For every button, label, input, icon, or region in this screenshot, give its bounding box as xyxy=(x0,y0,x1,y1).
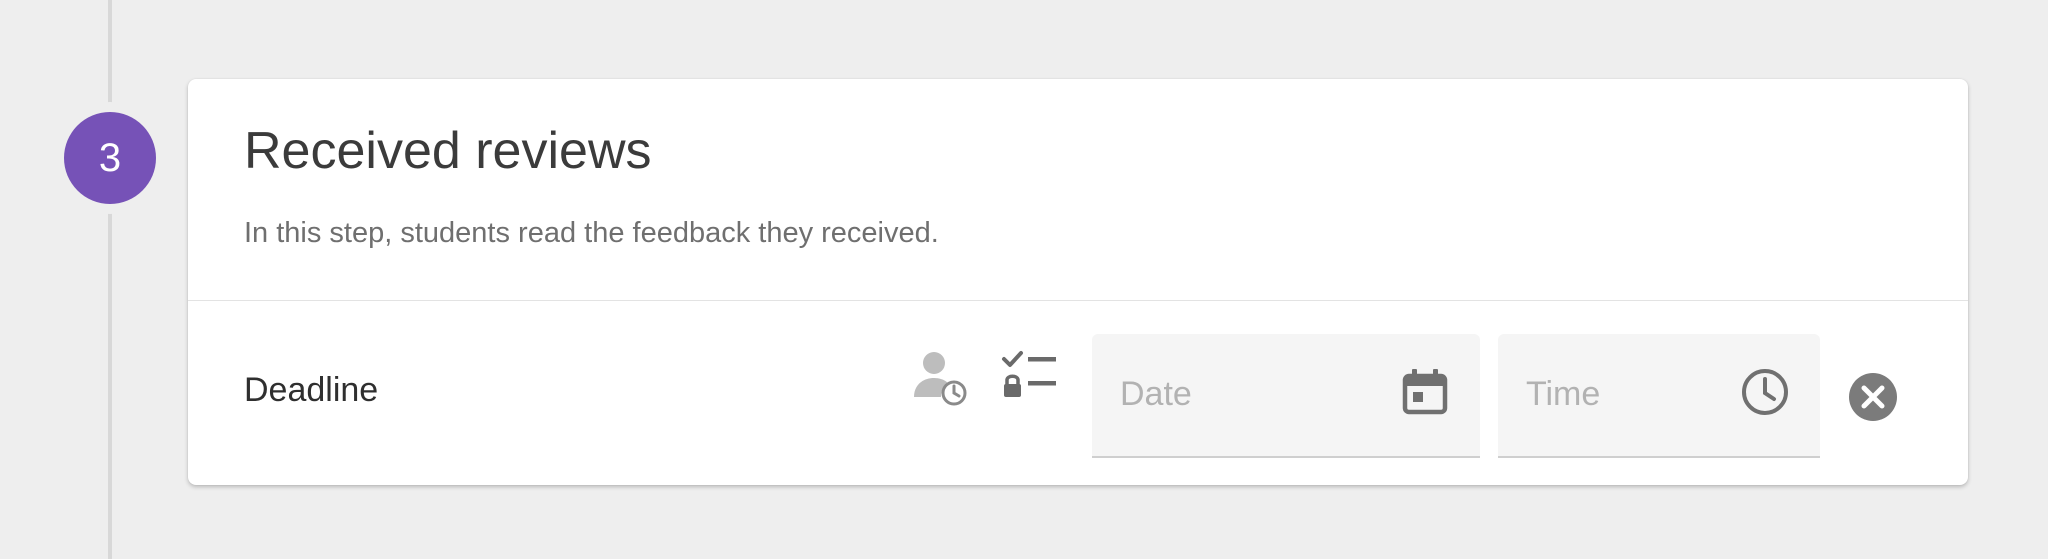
time-input[interactable] xyxy=(1526,334,1766,454)
card-title: Received reviews xyxy=(244,122,652,180)
date-field[interactable] xyxy=(1092,334,1480,458)
page: 3 Received reviews In this step, student… xyxy=(0,0,2048,559)
person-clock-icon[interactable] xyxy=(910,347,970,407)
time-field[interactable] xyxy=(1498,334,1820,458)
clock-icon[interactable] xyxy=(1740,367,1790,417)
timeline-line xyxy=(108,0,112,559)
calendar-icon[interactable] xyxy=(1400,367,1450,417)
step-card: Received reviews In this step, students … xyxy=(188,79,1968,485)
close-circle-icon[interactable] xyxy=(1849,373,1897,421)
date-input[interactable] xyxy=(1120,334,1360,454)
deadline-row: Deadline xyxy=(188,301,1968,485)
step-number-badge: 3 xyxy=(64,112,156,204)
deadline-label: Deadline xyxy=(244,371,379,409)
card-header: Received reviews In this step, students … xyxy=(188,79,1968,301)
card-subtitle: In this step, students read the feedback… xyxy=(244,217,939,249)
lock-checklist-icon[interactable] xyxy=(1000,345,1062,407)
